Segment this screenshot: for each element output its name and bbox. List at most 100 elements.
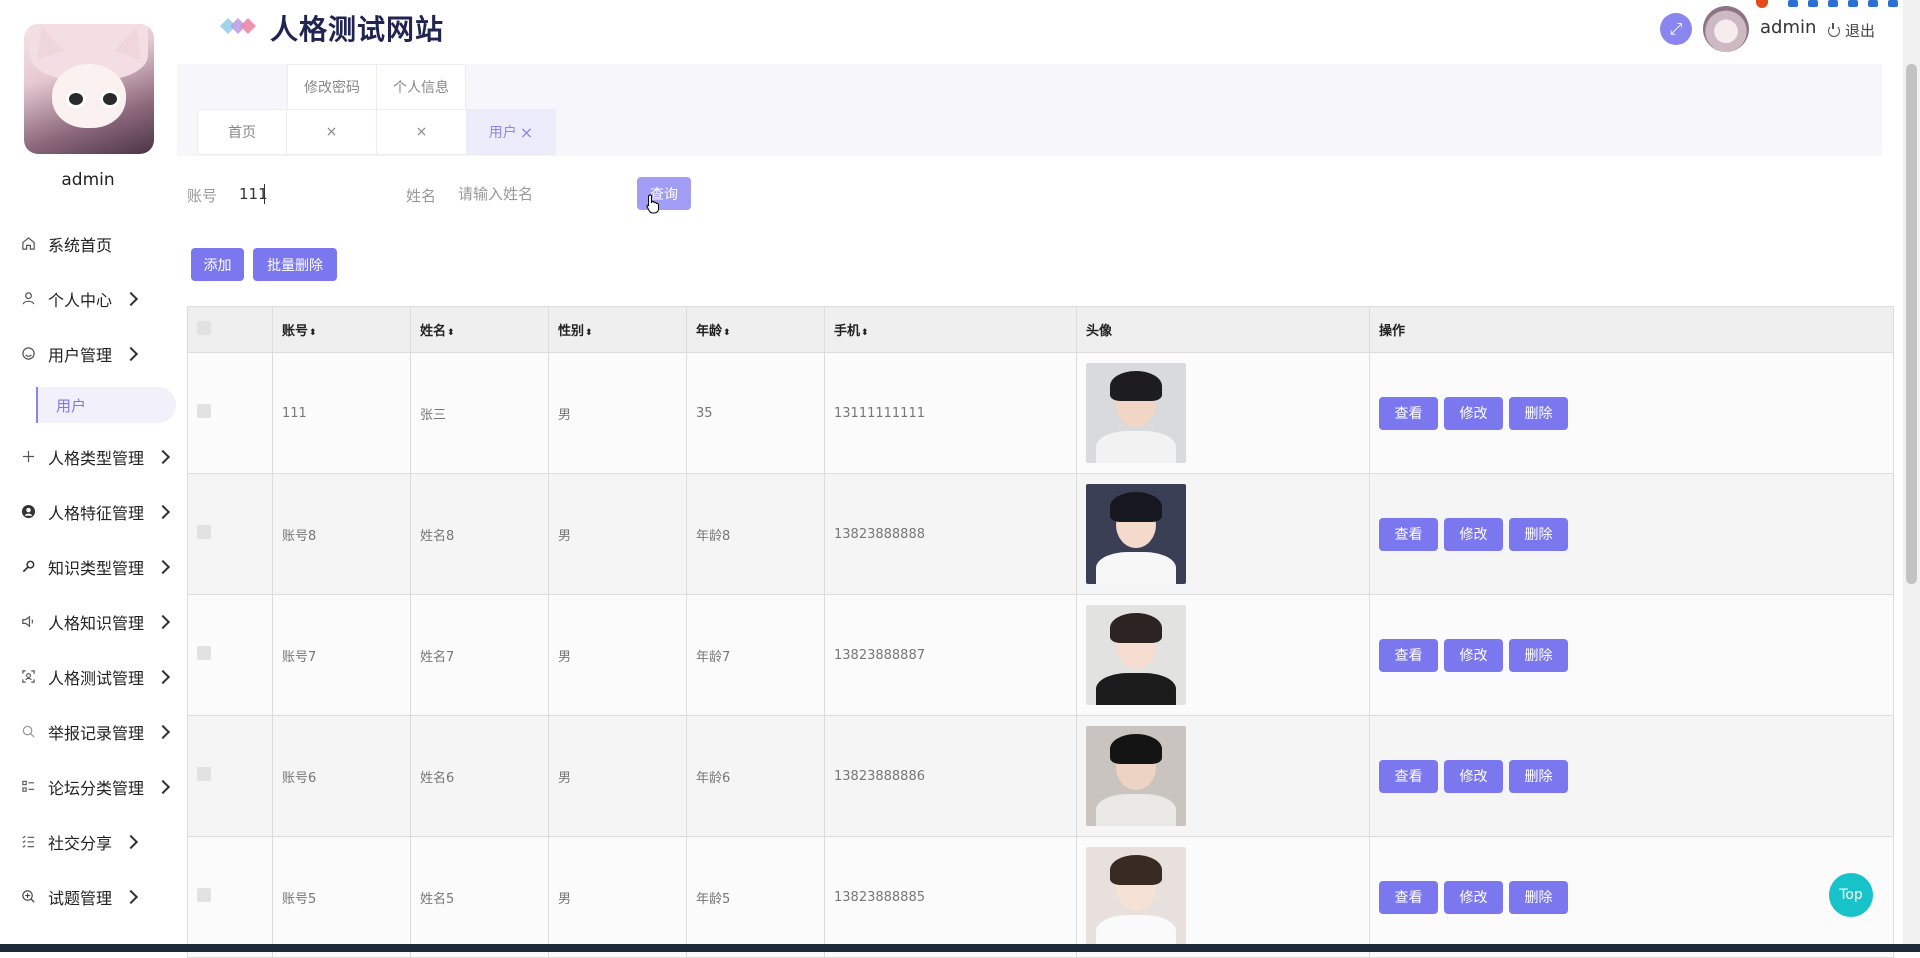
user-photo[interactable] — [1086, 847, 1186, 947]
fullscreen-button[interactable]: ⤢ — [1660, 13, 1692, 45]
header-avatar[interactable] — [1703, 6, 1749, 52]
os-taskbar — [0, 944, 1920, 952]
column-header-account[interactable]: 账号⬍ — [272, 306, 411, 353]
scrollbar-thumb[interactable] — [1906, 64, 1917, 584]
chevron-right-icon — [123, 291, 139, 306]
cell-actions: 查看 修改 删除 — [1369, 473, 1894, 595]
chevron-right-icon — [123, 346, 139, 361]
cell-name: 姓名6 — [410, 715, 549, 837]
user-photo[interactable] — [1086, 363, 1186, 463]
chevron-right-icon — [155, 504, 171, 519]
sidebar-item-social-share[interactable]: 社交分享 — [0, 814, 180, 869]
sidebar-item-personality-type[interactable]: 人格类型管理 — [0, 429, 180, 484]
delete-button[interactable]: 删除 — [1509, 396, 1568, 430]
logout-button[interactable]: 退出 — [1828, 20, 1875, 41]
sidebar-item-personality-knowledge[interactable]: 人格知识管理 — [0, 594, 180, 649]
chevron-right-icon — [155, 779, 171, 794]
view-button[interactable]: 查看 — [1379, 638, 1438, 672]
sidebar-item-label: 举报记录管理 — [48, 723, 145, 743]
edit-button[interactable]: 修改 — [1444, 759, 1503, 793]
select-all-checkbox[interactable] — [197, 320, 211, 335]
delete-button[interactable]: 删除 — [1509, 517, 1568, 551]
edit-button[interactable]: 修改 — [1444, 517, 1503, 551]
cell-account: 账号6 — [272, 715, 411, 837]
user-photo[interactable] — [1086, 484, 1186, 584]
view-button[interactable]: 查看 — [1379, 880, 1438, 914]
sidebar-subitem-user[interactable]: 用户 — [36, 387, 176, 423]
sidebar-item-question[interactable]: 试题管理 — [0, 869, 180, 924]
sidebar-item-label: 人格测试管理 — [48, 668, 145, 688]
table-row: 账号5 姓名5 男年龄5 13823888885 查看 修改 删除 — [187, 836, 1894, 958]
view-button[interactable]: 查看 — [1379, 759, 1438, 793]
list-icon — [20, 779, 36, 795]
column-header-name[interactable]: 姓名⬍ — [410, 306, 549, 353]
user-photo[interactable] — [1086, 605, 1186, 705]
cell-phone: 13823888888 — [824, 473, 1077, 595]
cell-account: 111 — [272, 352, 411, 474]
search-icon — [20, 724, 36, 740]
sidebar-item-forum-category[interactable]: 论坛分类管理 — [0, 759, 180, 814]
row-checkbox[interactable] — [197, 888, 211, 902]
row-checkbox[interactable] — [197, 646, 211, 660]
tab-change-password-close[interactable]: × — [286, 109, 377, 155]
sidebar-item-label: 社交分享 — [48, 833, 113, 853]
row-checkbox[interactable] — [197, 404, 211, 418]
view-button[interactable]: 查看 — [1379, 517, 1438, 551]
edit-button[interactable]: 修改 — [1444, 638, 1503, 672]
close-icon[interactable]: × — [520, 123, 533, 142]
cell-account: 账号5 — [272, 836, 411, 958]
column-header-gender[interactable]: 性别⬍ — [548, 306, 687, 353]
sidebar-item-home[interactable]: 系统首页 — [0, 216, 180, 271]
cell-account: 账号8 — [272, 473, 411, 595]
sidebar-item-profile[interactable]: 个人中心 — [0, 271, 180, 326]
smile-icon — [20, 346, 36, 362]
edit-button[interactable]: 修改 — [1444, 880, 1503, 914]
cell-phone: 13823888886 — [824, 715, 1077, 837]
cell-gender: 男 — [548, 836, 687, 958]
sidebar-item-user-management[interactable]: 用户管理 — [0, 326, 180, 381]
batch-delete-button[interactable]: 批量删除 — [253, 248, 337, 281]
cell-name: 张三 — [410, 352, 549, 474]
view-button[interactable]: 查看 — [1379, 396, 1438, 430]
back-to-top-button[interactable]: Top — [1829, 873, 1873, 917]
add-button[interactable]: 添加 — [191, 248, 244, 281]
tab-user[interactable]: 用户 × — [466, 109, 556, 155]
zoom-icon — [20, 889, 36, 905]
sidebar-item-label: 试题管理 — [48, 888, 113, 908]
chevron-right-icon — [155, 614, 171, 629]
sort-icon: ⬍ — [861, 328, 869, 338]
chevron-right-icon — [155, 449, 171, 464]
sidebar-item-knowledge-type[interactable]: 知识类型管理 — [0, 539, 180, 594]
cell-age: 年龄6 — [686, 715, 825, 837]
cell-photo — [1076, 836, 1370, 958]
tab-change-password[interactable]: 修改密码 — [287, 64, 377, 110]
table-row: 111 张三男 35 13111111111 查看 修改 删除 — [187, 352, 1894, 474]
sidebar-item-personality-test[interactable]: 人格测试管理 — [0, 649, 180, 704]
cell-name: 姓名7 — [410, 594, 549, 716]
column-header-phone[interactable]: 手机⬍ — [824, 306, 1077, 353]
pointer-cursor-icon — [646, 194, 659, 214]
row-checkbox[interactable] — [197, 767, 211, 781]
user-photo[interactable] — [1086, 726, 1186, 826]
column-header-age[interactable]: 年龄⬍ — [686, 306, 825, 353]
delete-button[interactable]: 删除 — [1509, 880, 1568, 914]
delete-button[interactable]: 删除 — [1509, 759, 1568, 793]
select-all-cell — [187, 306, 273, 353]
edit-button[interactable]: 修改 — [1444, 396, 1503, 430]
sidebar-item-report-record[interactable]: 举报记录管理 — [0, 704, 180, 759]
sidebar-item-personality-trait[interactable]: 人格特征管理 — [0, 484, 180, 539]
cell-age: 年龄5 — [686, 836, 825, 958]
name-input[interactable] — [458, 178, 618, 210]
row-select-cell — [187, 594, 273, 716]
tab-home[interactable]: 首页 — [197, 109, 287, 155]
header-username: admin — [1760, 17, 1817, 38]
delete-button[interactable]: 删除 — [1509, 638, 1568, 672]
tab-personal-info-close[interactable]: × — [376, 109, 467, 155]
cell-age: 年龄8 — [686, 473, 825, 595]
account-input[interactable] — [239, 178, 389, 210]
tab-personal-info[interactable]: 个人信息 — [376, 64, 466, 110]
system-tray — [1716, 0, 1920, 8]
sidebar-avatar — [24, 24, 154, 154]
row-checkbox[interactable] — [197, 525, 211, 539]
table-row: 账号6 姓名6 男年龄6 13823888886 查看 修改 删除 — [187, 715, 1894, 837]
